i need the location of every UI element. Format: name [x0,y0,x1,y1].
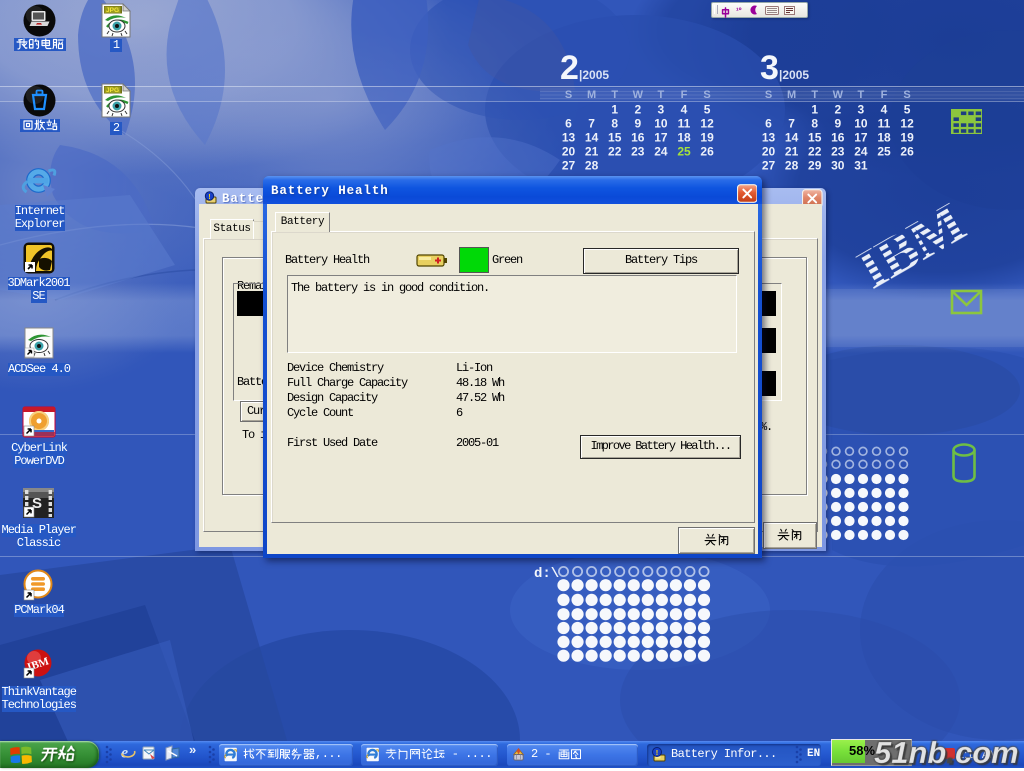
svg-text:7: 7 [588,117,595,131]
svg-text:31: 31 [854,159,868,173]
svg-text:4: 4 [881,103,888,117]
svg-text:12: 12 [900,117,914,131]
svg-text:8: 8 [611,117,618,131]
svg-text:23: 23 [831,145,845,159]
svg-text:17: 17 [654,131,668,145]
svg-text:4: 4 [681,103,688,117]
svg-text:23: 23 [631,145,645,159]
svg-text:27: 27 [762,159,776,173]
svg-text:S: S [765,89,772,101]
svg-text:!: ! [656,748,659,757]
svg-text:JPG: JPG [106,7,119,14]
svg-text:30: 30 [831,159,845,173]
svg-text:22: 22 [808,145,822,159]
svg-text:5: 5 [704,103,711,117]
svg-text:S: S [565,89,572,101]
svg-text:10: 10 [854,117,868,131]
svg-text:11: 11 [678,117,691,131]
svg-text:26: 26 [900,145,914,159]
svg-text:9: 9 [634,117,641,131]
svg-text:25: 25 [877,145,891,159]
svg-text:9: 9 [834,117,841,131]
svg-text:5: 5 [904,103,911,117]
svg-text:F: F [681,89,688,101]
svg-text:26: 26 [700,145,714,159]
svg-text:15: 15 [808,131,822,145]
svg-text:T: T [811,89,818,101]
svg-text:|2005: |2005 [779,68,809,82]
svg-text:11: 11 [878,117,891,131]
svg-text:21: 21 [785,145,799,159]
svg-text:8: 8 [811,117,818,131]
svg-text:20: 20 [762,145,776,159]
svg-text:1: 1 [611,103,618,117]
svg-text:1: 1 [811,103,818,117]
svg-text:M: M [587,89,596,101]
svg-text:20: 20 [562,145,576,159]
svg-text:16: 16 [831,131,845,145]
svg-text:!: ! [208,194,210,201]
svg-text:e: e [121,745,128,762]
svg-text:T: T [611,89,618,101]
svg-text:19: 19 [900,131,914,145]
svg-text:15: 15 [608,131,622,145]
svg-text:2: 2 [560,49,579,87]
svg-text:22: 22 [608,145,622,159]
svg-text:13: 13 [562,131,576,145]
svg-text:28: 28 [785,159,799,173]
svg-text:|2005: |2005 [579,68,609,82]
svg-text:14: 14 [785,131,799,145]
svg-text:W: W [633,89,644,101]
svg-text:16: 16 [631,131,645,145]
svg-text:S: S [903,89,910,101]
svg-text:2: 2 [634,103,641,117]
svg-text:JPG: JPG [106,87,119,94]
svg-text:S: S [703,89,710,101]
svg-text:12: 12 [700,117,714,131]
svg-text:18: 18 [877,131,891,145]
svg-text:24: 24 [654,145,668,159]
svg-text:27: 27 [562,159,576,173]
svg-text:M: M [787,89,796,101]
svg-text:24: 24 [854,145,868,159]
svg-text:7: 7 [788,117,795,131]
svg-text:6: 6 [565,117,572,131]
svg-text:T: T [658,89,665,101]
svg-text:18: 18 [677,131,691,145]
svg-text:6: 6 [765,117,772,131]
svg-text:10: 10 [654,117,668,131]
svg-text:W: W [833,89,844,101]
svg-text:19: 19 [700,131,714,145]
svg-text:29: 29 [808,159,822,173]
svg-text:17: 17 [854,131,868,145]
svg-text:3: 3 [658,103,665,117]
svg-text:3: 3 [858,103,865,117]
svg-text:3: 3 [760,49,779,87]
svg-text:28: 28 [585,159,599,173]
svg-text:21: 21 [585,145,599,159]
svg-text:d:\: d:\ [534,566,559,582]
svg-text:14: 14 [585,131,599,145]
svg-text:13: 13 [762,131,776,145]
svg-text:T: T [858,89,865,101]
svg-text:F: F [881,89,888,101]
svg-text:2: 2 [834,103,841,117]
svg-text:25: 25 [677,145,691,159]
